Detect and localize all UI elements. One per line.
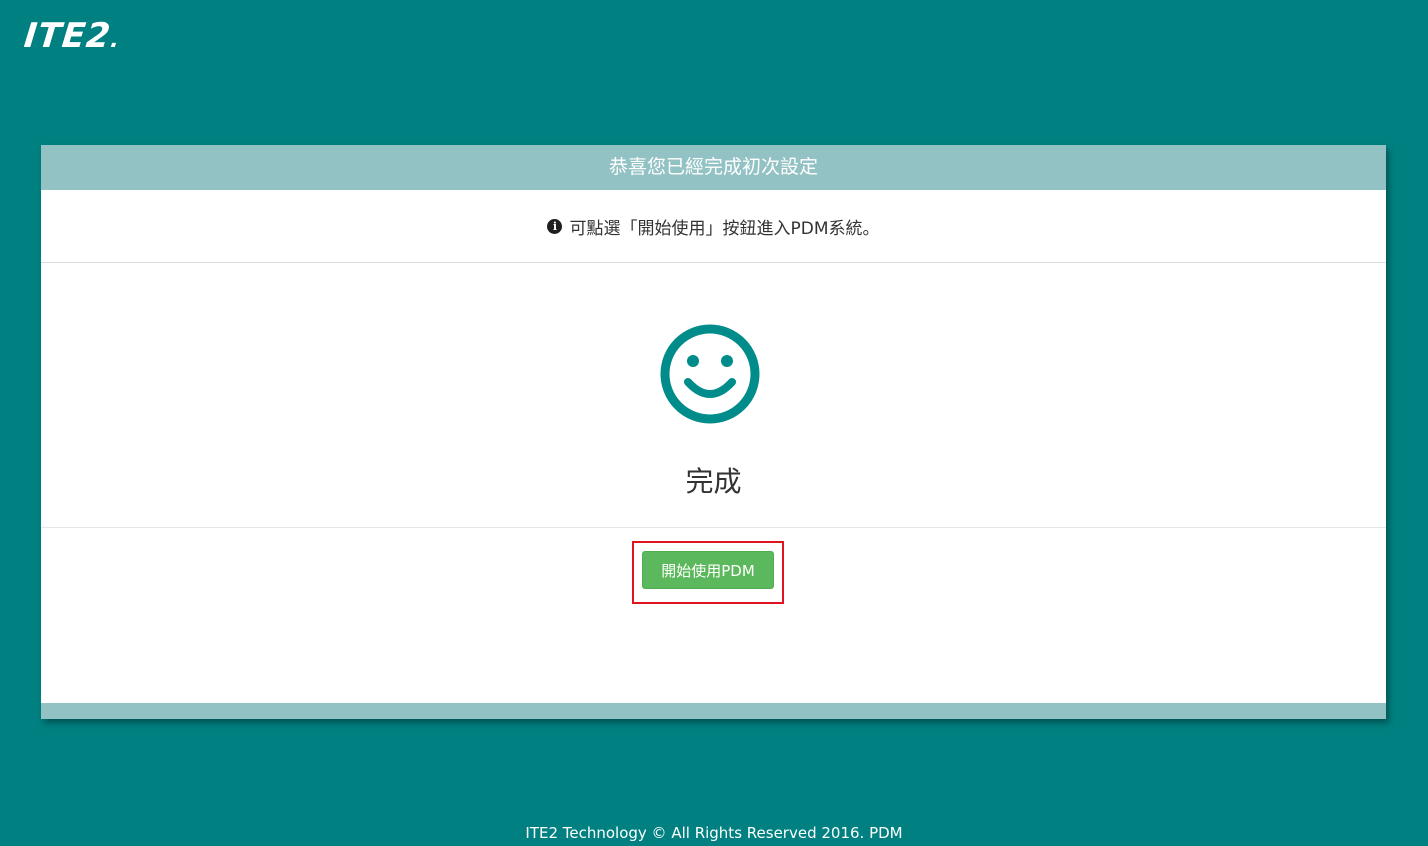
info-circle-icon: i xyxy=(547,218,563,234)
completion-area: 完成 xyxy=(41,263,1386,528)
start-pdm-button[interactable]: 開始使用PDM xyxy=(642,551,774,589)
panel-header: 恭喜您已經完成初次設定 xyxy=(41,145,1386,190)
done-label: 完成 xyxy=(685,465,742,498)
ite2-logo: ITE2. xyxy=(22,16,123,61)
smiley-icon xyxy=(660,324,760,424)
panel-footer-bar xyxy=(41,703,1386,719)
button-area: 開始使用PDM xyxy=(41,528,1386,702)
logo-text: ITE2 xyxy=(22,16,114,56)
logo-dot: . xyxy=(109,28,122,53)
copyright-text: ITE2 Technology © All Rights Reserved 20… xyxy=(525,824,903,842)
info-text: 可點選「開始使用」按鈕進入PDM系統。 xyxy=(569,218,880,239)
info-message: i 可點選「開始使用」按鈕進入PDM系統。 xyxy=(41,190,1386,263)
setup-complete-panel: 恭喜您已經完成初次設定 i 可點選「開始使用」按鈕進入PDM系統。 完成 開始使… xyxy=(41,145,1386,719)
panel-title: 恭喜您已經完成初次設定 xyxy=(608,156,818,178)
